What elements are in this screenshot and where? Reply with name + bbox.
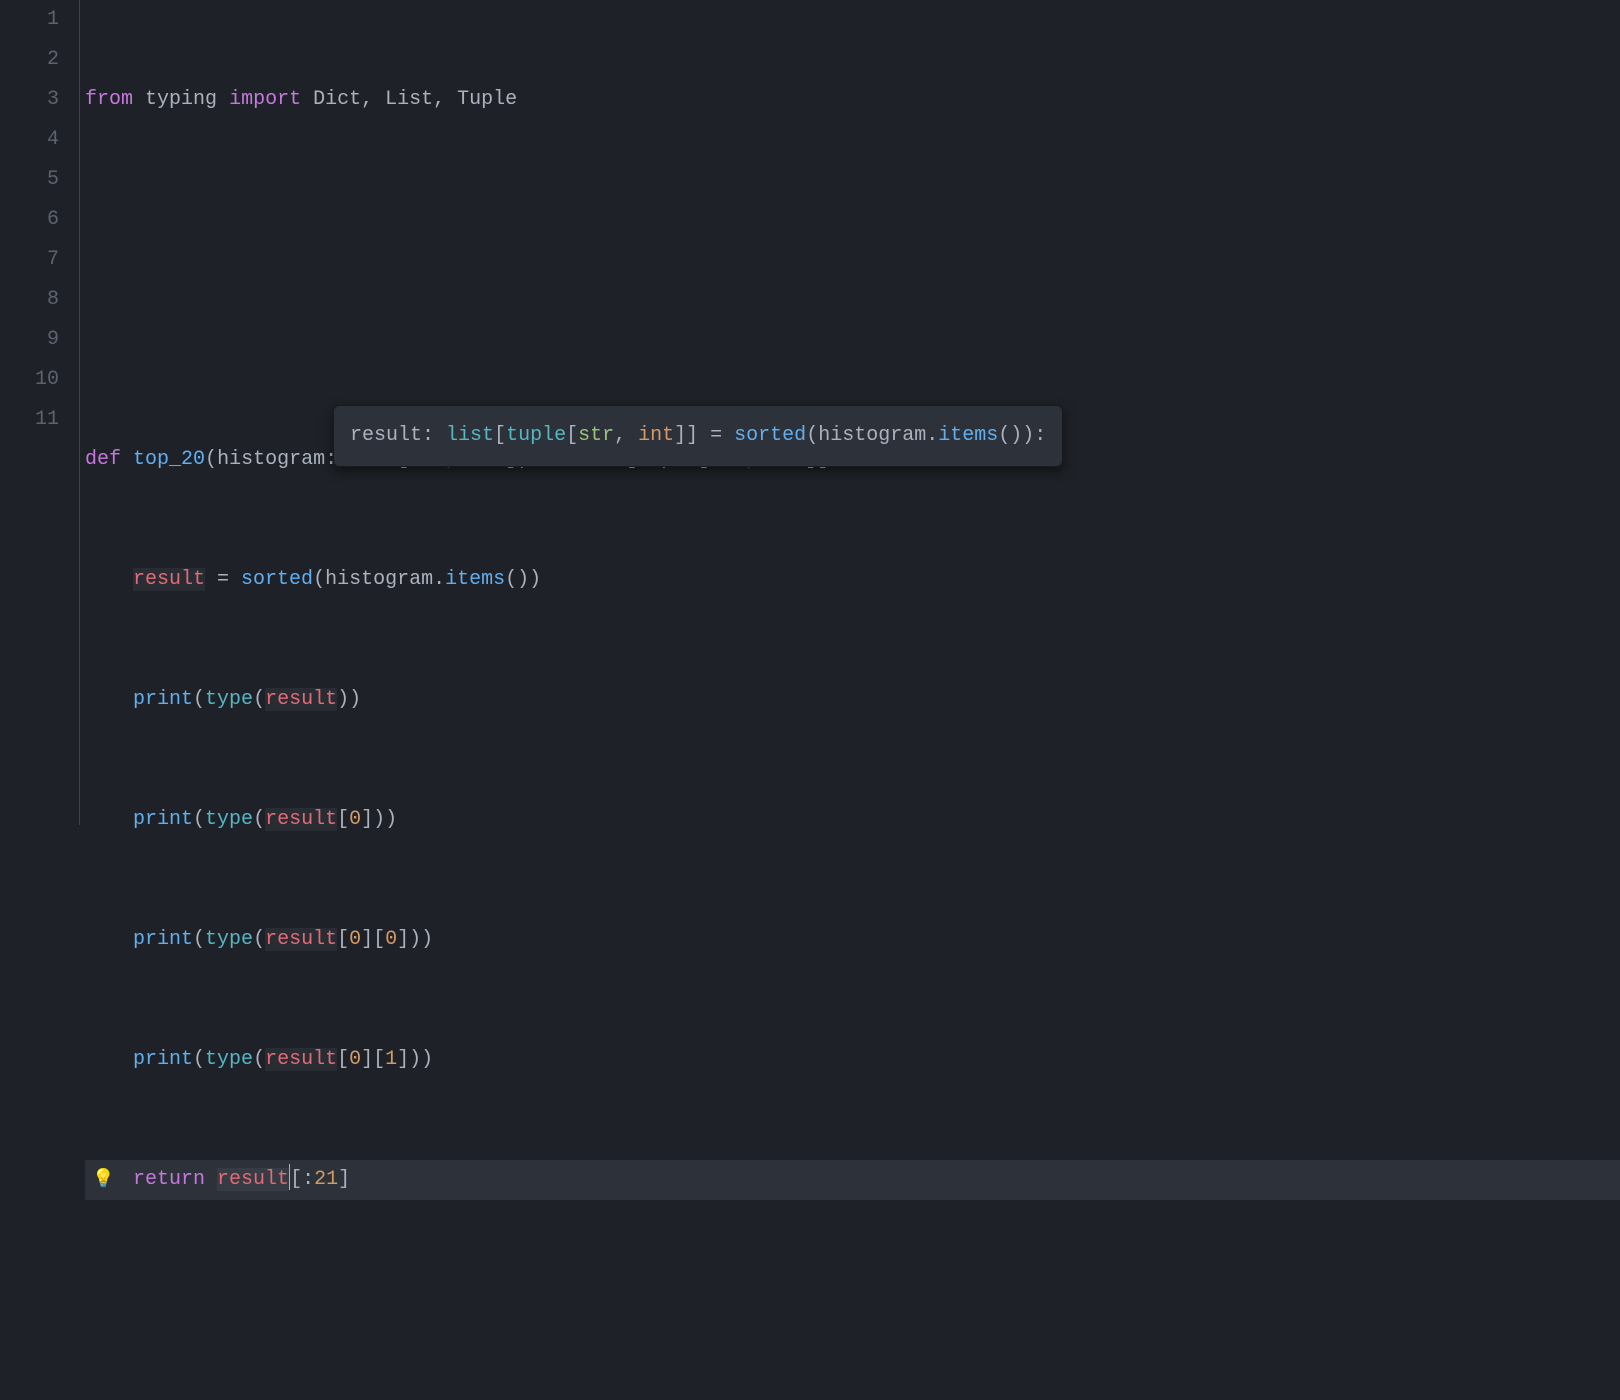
- line-number: 2: [0, 40, 59, 80]
- line-number: 6: [0, 200, 59, 240]
- code-line[interactable]: result = sorted(histogram.items()): [85, 560, 1620, 600]
- code-line[interactable]: from typing import Dict, List, Tuple: [85, 80, 1620, 120]
- code-line[interactable]: print(type(result[0][1])): [85, 1040, 1620, 1080]
- hover-tooltip: result: list[tuple[str, int]] = sorted(h…: [333, 405, 1063, 467]
- code-line[interactable]: [85, 1280, 1620, 1320]
- code-line[interactable]: [85, 200, 1620, 240]
- line-number: 3: [0, 80, 59, 120]
- line-number: 4: [0, 120, 59, 160]
- line-number: 9: [0, 320, 59, 360]
- code-line[interactable]: print(type(result)): [85, 680, 1620, 720]
- code-line[interactable]: print(type(result[0][0])): [85, 920, 1620, 960]
- line-number: 5: [0, 160, 59, 200]
- line-number: 10: [0, 360, 59, 400]
- code-line[interactable]: print(type(result[0])): [85, 800, 1620, 840]
- line-number: 1: [0, 0, 59, 40]
- code-line[interactable]: [85, 320, 1620, 360]
- line-number: 11: [0, 400, 59, 440]
- lightbulb-icon[interactable]: 💡: [92, 1160, 114, 1200]
- line-number: 8: [0, 280, 59, 320]
- code-line-current[interactable]: 💡 return result[:21]: [85, 1160, 1620, 1200]
- line-number-gutter: 1 2 3 4 5 6 7 8 9 10 11: [0, 0, 80, 825]
- line-number: 7: [0, 240, 59, 280]
